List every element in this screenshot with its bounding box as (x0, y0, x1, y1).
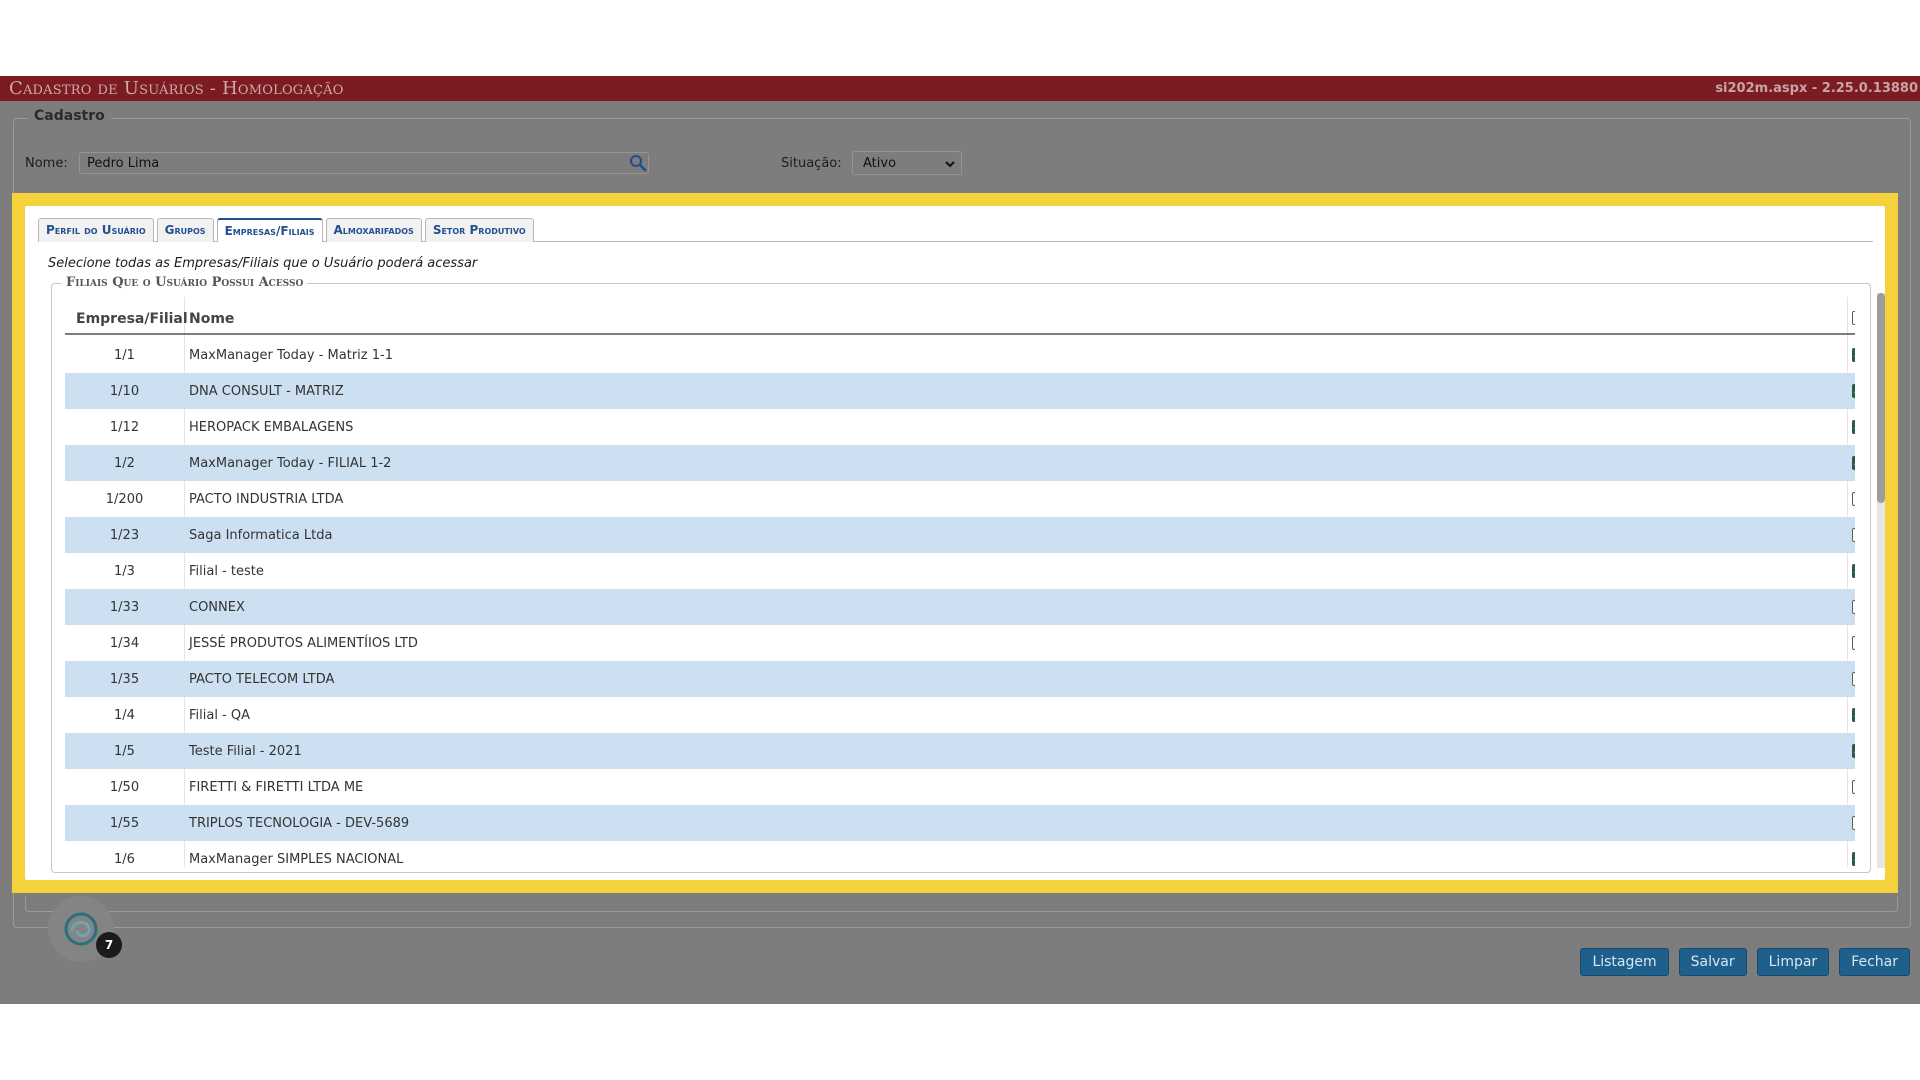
row-code: 1/50 (109, 780, 140, 795)
table-row: 1/5 Teste Filial - 2021 (65, 733, 1855, 769)
table-row: 1/1 MaxManager Today - Matriz 1-1 (65, 337, 1855, 373)
row-code: 1/35 (109, 672, 140, 687)
chevron-down-icon (945, 158, 955, 168)
table-row: 1/34 JESSÉ PRODUTOS ALIMENTÍIOS LTD (65, 625, 1855, 661)
cadastro-legend: Cadastro (28, 108, 111, 124)
row-name: JESSÉ PRODUTOS ALIMENTÍIOS LTD (189, 636, 418, 651)
table-row: 1/4 Filial - QA (65, 697, 1855, 733)
row-name: MaxManager Today - FILIAL 1-2 (189, 456, 392, 471)
row-code: 1/4 (114, 708, 135, 723)
situacao-value: Ativo (863, 156, 897, 171)
scrollbar-thumb[interactable] (1877, 293, 1885, 503)
notification-badge[interactable]: 7 (96, 932, 122, 958)
table-row: 1/50 FIRETTI & FIRETTI LTDA ME (65, 769, 1855, 805)
table-row: 1/3 Filial - teste (65, 553, 1855, 589)
table-body: 1/1 MaxManager Today - Matriz 1-1 1/10 DNA … (65, 337, 1855, 867)
tab-setor-produtivo[interactable]: Setor Produtivo (424, 218, 534, 242)
nome-input[interactable]: Pedro Lima (79, 152, 649, 174)
row-code: 1/33 (109, 600, 140, 615)
title-bar: Cadastro de Usuários - Homologação si202… (0, 76, 1920, 101)
highlight-frame: Perfil do Usuário Grupos Empresas/Filiai… (12, 193, 1898, 893)
table-row: 1/55 TRIPLOS TECNOLOGIA - DEV-5689 (65, 805, 1855, 841)
row-name: HEROPACK EMBALAGENS (189, 420, 354, 435)
situacao-label: Situação: (781, 156, 842, 171)
row-checkbox[interactable] (1852, 780, 1855, 794)
search-icon[interactable] (629, 154, 647, 172)
row-checkbox[interactable] (1852, 528, 1855, 542)
row-checkbox[interactable] (1852, 420, 1855, 434)
row-name: Filial - QA (189, 708, 251, 723)
row-code: 1/10 (109, 384, 140, 399)
row-name: FIRETTI & FIRETTI LTDA ME (189, 780, 364, 795)
limpar-button[interactable]: Limpar (1756, 948, 1830, 976)
row-checkbox[interactable] (1852, 348, 1855, 362)
row-checkbox[interactable] (1852, 744, 1855, 758)
tabs-panel: Perfil do Usuário Grupos Empresas/Filiai… (25, 206, 1885, 880)
table-row: 1/12 HEROPACK EMBALAGENS (65, 409, 1855, 445)
select-all-checkbox[interactable] (1852, 311, 1855, 325)
row-name: Teste Filial - 2021 (189, 744, 302, 759)
fieldset-bottom-border (25, 896, 1898, 912)
row-checkbox[interactable] (1852, 708, 1855, 722)
filiais-table: Empresa/Filial Nome 1/1 MaxManager Today … (65, 297, 1855, 867)
row-checkbox[interactable] (1852, 564, 1855, 578)
table-row: 1/23 Saga Informatica Ltda (65, 517, 1855, 553)
row-code: 1/5 (114, 744, 135, 759)
header-nome: Nome (189, 311, 235, 327)
row-name: DNA CONSULT - MATRIZ (189, 384, 344, 399)
row-code: 1/55 (109, 816, 140, 831)
app-window: Cadastro de Usuários - Homologação si202… (0, 76, 1920, 1004)
row-code: 1/1 (114, 348, 135, 363)
row-name: MaxManager SIMPLES NACIONAL (189, 852, 404, 867)
row-checkbox[interactable] (1852, 456, 1855, 470)
row-checkbox[interactable] (1852, 852, 1855, 866)
table-row: 1/33 CONNEX (65, 589, 1855, 625)
salvar-button[interactable]: Salvar (1678, 948, 1747, 976)
row-name: MaxManager Today - Matriz 1-1 (189, 348, 393, 363)
row-name: TRIPLOS TECNOLOGIA - DEV-5689 (189, 816, 410, 831)
row-name: Saga Informatica Ltda (189, 528, 333, 543)
row-code: 1/23 (109, 528, 140, 543)
tab-almoxarifados[interactable]: Almoxarifados (325, 218, 422, 242)
page-title: Cadastro de Usuários - Homologação (9, 78, 344, 99)
table-row: 1/2 MaxManager Today - FILIAL 1-2 (65, 445, 1855, 481)
listagem-button[interactable]: Listagem (1580, 948, 1669, 976)
table-row: 1/6 MaxManager SIMPLES NACIONAL (65, 841, 1855, 867)
table-row: 1/200 PACTO INDUSTRIA LTDA (65, 481, 1855, 517)
row-checkbox[interactable] (1852, 600, 1855, 614)
table-row: 1/10 DNA CONSULT - MATRIZ (65, 373, 1855, 409)
tab-empresas-filiais[interactable]: Empresas/Filiais (216, 218, 323, 242)
version-label: si202m.aspx - 2.25.0.13880 (1715, 81, 1918, 96)
row-code: 1/34 (109, 636, 140, 651)
instructions-text: Selecione todas as Empresas/Filiais que … (48, 256, 478, 271)
filiais-fieldset: Filiais Que o Usuário Possui Acesso Empr… (51, 275, 1871, 873)
table-header: Empresa/Filial Nome (65, 297, 1855, 335)
row-checkbox[interactable] (1852, 384, 1855, 398)
nome-label: Nome: (25, 156, 68, 171)
tab-bar: Perfil do Usuário Grupos Empresas/Filiai… (38, 218, 1873, 242)
fechar-button[interactable]: Fechar (1839, 948, 1910, 976)
row-checkbox[interactable] (1852, 492, 1855, 506)
row-name: Filial - teste (189, 564, 264, 579)
action-buttons: Listagem Salvar Limpar Fechar (1580, 948, 1910, 976)
situacao-select[interactable]: Ativo (852, 151, 962, 175)
row-code: 1/2 (114, 456, 135, 471)
row-code: 1/6 (114, 852, 135, 867)
row-name: PACTO INDUSTRIA LTDA (189, 492, 344, 507)
row-checkbox[interactable] (1852, 672, 1855, 686)
row-checkbox[interactable] (1852, 636, 1855, 650)
row-code: 1/3 (114, 564, 135, 579)
header-empresa-filial: Empresa/Filial (76, 311, 188, 327)
row-code: 1/200 (105, 492, 144, 507)
filiais-legend: Filiais Que o Usuário Possui Acesso (62, 275, 308, 290)
table-scrollbar[interactable] (1877, 293, 1885, 868)
row-checkbox[interactable] (1852, 816, 1855, 830)
tab-perfil-usuario[interactable]: Perfil do Usuário (38, 218, 154, 242)
row-name: PACTO TELECOM LTDA (189, 672, 335, 687)
tab-grupos[interactable]: Grupos (156, 218, 214, 242)
table-row: 1/35 PACTO TELECOM LTDA (65, 661, 1855, 697)
row-code: 1/12 (109, 420, 140, 435)
row-name: CONNEX (189, 600, 245, 615)
